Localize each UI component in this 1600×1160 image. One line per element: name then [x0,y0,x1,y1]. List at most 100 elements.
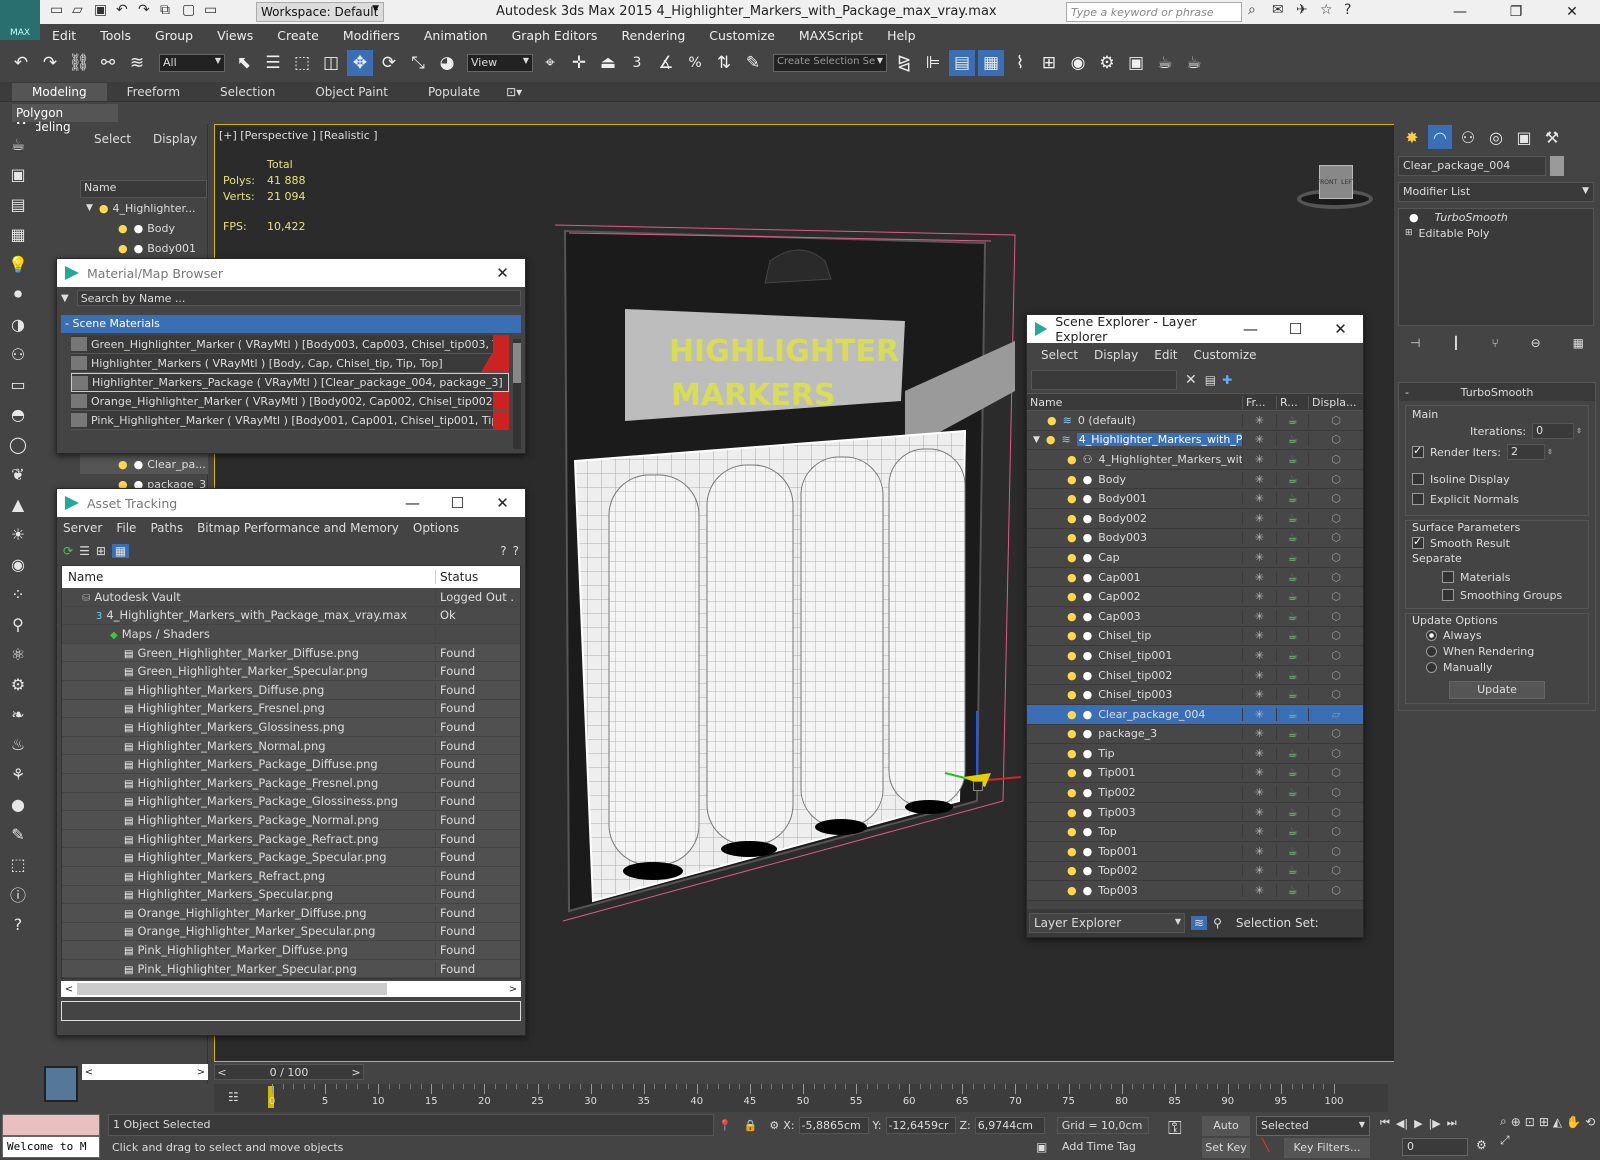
film-icon[interactable]: ⚇ [6,342,30,366]
material-search-input[interactable]: Search by Name ... [76,290,521,306]
new-layer-icon[interactable]: ▤ [1205,373,1216,387]
asset-table-row[interactable]: ▤ Highlighter_Markers_Specular.png Found [62,885,520,905]
time-slider[interactable]: < 0 / 100 > [214,1064,364,1080]
material-list-scrollbar[interactable] [513,339,521,449]
material-item[interactable]: Highlighter_Markers_Package ( VRayMtl ) … [71,373,509,392]
scene-explorer-row[interactable]: ● ● Cap ✳ ☕ ⬡ [1027,548,1363,568]
lock-selection-icon[interactable]: 🔒 [744,1119,758,1132]
asset-table-row[interactable]: ▤ Highlighter_Markers_Package_Fresnel.png… [62,773,520,793]
renderable-teapot-icon[interactable]: ☕ [1277,590,1309,604]
ribbon-tab-modeling[interactable]: Modeling [12,82,107,101]
schematic-icon[interactable]: ▤ [6,192,30,216]
freeze-toggle-icon[interactable]: ✳ [1243,688,1277,702]
material-item[interactable]: Orange_Highlighter_Marker ( VRayMtl ) [B… [71,392,509,411]
fetch-icon[interactable]: ▢ [182,2,204,18]
se-col-render[interactable]: R... [1277,395,1309,409]
close-icon[interactable]: ✕ [480,264,525,282]
freeze-toggle-icon[interactable]: ✳ [1243,570,1277,584]
asset-table-row[interactable]: ◆ Maps / Shaders [62,625,520,644]
default-tangent-icon[interactable]: ╲ [1262,1138,1269,1152]
select-region-icon[interactable]: ⬚ [6,852,30,876]
undo-icon[interactable]: ↶ [8,50,34,76]
renderable-teapot-icon[interactable]: ☕ [1277,550,1309,564]
scene-explorer-row[interactable]: ▼ ● ≋ 4_Highlighter_Markers_with_Pa... ✳ ☕ ⬡ [1027,430,1363,451]
gear-icon[interactable]: ⚙ [6,672,30,696]
light-bulb-icon[interactable]: ● [1067,610,1077,623]
renderable-teapot-icon[interactable]: ☕ [1277,688,1309,702]
viewcube[interactable]: FRONT LEFT [1297,161,1373,211]
render-setup-icon[interactable]: ⚙ [1094,50,1120,76]
light-bulb-icon[interactable]: ● [1067,512,1077,525]
display-box-icon[interactable]: ⬡ [1309,845,1363,858]
asset-table-row[interactable]: ⛁ Autodesk Vault Logged Out ... [62,588,520,607]
menu-views[interactable]: Views [205,28,265,43]
refresh-icon[interactable]: ⟳ [63,544,73,558]
scene-explorer-row[interactable]: ● ● Body002 ✳ ☕ ⬡ [1027,508,1363,529]
z-coordinate-field[interactable]: 6,9744cm [974,1116,1045,1134]
smooth-result-checkbox[interactable] [1412,535,1424,549]
freeze-toggle-icon[interactable]: ✳ [1243,413,1277,427]
menu-modifiers[interactable]: Modifiers [331,28,412,43]
pin-stack-icon[interactable]: ⊣ [1410,336,1420,350]
freeze-toggle-icon[interactable]: ✳ [1243,727,1277,741]
light-bulb-icon[interactable]: ● [1067,531,1077,544]
renderable-teapot-icon[interactable]: ☕ [1277,805,1309,819]
asset-menu-paths[interactable]: Paths [150,521,183,535]
display-box-icon[interactable]: ▱ [1309,708,1363,721]
scene-explorer-titlebar[interactable]: Scene Explorer - Layer Explorer — ☐ ✕ [1027,314,1363,344]
iterations-spinner[interactable]: 0 [1532,423,1575,439]
asset-table-row[interactable]: ▤ Highlighter_Markers_Package_Specular.pn… [62,848,520,867]
configure-sets-icon[interactable]: ▦ [1573,336,1584,350]
scene-explorer-row[interactable]: ● ≋ 0 (default) ✳ ☕ ⬡ [1027,411,1363,431]
select-and-move-icon[interactable]: ✥ [347,50,373,76]
bind-spacewarp-icon[interactable]: ≋ [124,50,150,76]
freeze-toggle-icon[interactable]: ✳ [1243,609,1277,623]
display-box-icon[interactable]: ⬡ [1309,629,1363,642]
cone-icon[interactable]: ▲ [6,492,30,516]
display-box-icon[interactable]: ⬡ [1309,806,1363,819]
light-bulb-icon[interactable]: ● [1067,551,1077,564]
menu-maxscript[interactable]: MAXScript [787,28,875,43]
renderable-teapot-icon[interactable]: ☕ [1277,629,1309,643]
asset-table-row[interactable]: ▤ Highlighter_Markers_Glossiness.png Found [62,718,520,737]
angle-snap-icon[interactable]: ∡ [653,50,679,76]
key-filters-button[interactable]: Key Filters... [1284,1138,1370,1158]
renderable-teapot-icon[interactable]: ☕ [1277,531,1309,545]
freeze-toggle-icon[interactable]: ✳ [1243,825,1277,839]
asset-tracking-titlebar[interactable]: Asset Tracking — ☐ ✕ [57,489,525,517]
cloth-icon[interactable]: ⚘ [6,762,30,786]
communication-icon[interactable]: ✈ [1296,2,1320,18]
menu-tools[interactable]: Tools [88,28,143,43]
help-context-icon[interactable]: ? [513,544,519,558]
window-crossing-icon[interactable]: ◫ [318,50,344,76]
track-bar[interactable]: ☷ 0 5 10 15 20 25 30 35 40 45 50 55 60 65 70 75 80 85 90 95… [214,1084,1388,1112]
menu-group[interactable]: Group [143,28,205,43]
freeze-toggle-icon[interactable]: ✳ [1243,531,1277,545]
spinner-arrows-icon[interactable]: ⇳ [1547,448,1553,456]
renderable-teapot-icon[interactable]: ☕ [1277,786,1309,800]
align-icon[interactable]: ⊫ [920,50,946,76]
materials-checkbox[interactable] [1442,571,1454,583]
renderable-teapot-icon[interactable]: ☕ [1277,413,1309,427]
display-box-icon[interactable]: ⬡ [1309,531,1363,544]
asset-path-input[interactable] [61,1001,521,1022]
renderable-teapot-icon[interactable]: ☕ [1277,570,1309,584]
minimize-icon[interactable]: — [1228,320,1273,338]
asset-menu-file[interactable]: File [116,521,136,535]
plant-icon[interactable]: ❧ [6,702,30,726]
close-icon[interactable]: ✕ [1544,4,1600,20]
renderable-teapot-icon[interactable]: ☕ [1277,452,1309,466]
asset-col-status[interactable]: Status [436,570,478,584]
asset-menu-server[interactable]: Server [63,521,102,535]
scene-explorer-row[interactable]: ● ● Tip002 ✳ ☕ ⬡ [1027,783,1363,803]
light-bulb-icon[interactable]: ● [1067,453,1077,466]
material-item[interactable]: Pink_Highlighter_Marker ( VRayMtl ) [Bod… [71,411,509,430]
undo-icon[interactable]: ↶ [116,2,138,18]
particles-icon[interactable]: ⁘ [6,582,30,606]
display-box-icon[interactable]: ⬡ [1309,747,1363,760]
isoline-checkbox[interactable] [1412,473,1424,485]
time-tag-icon[interactable]: ▣ [1036,1140,1047,1154]
zoom-extents-all-icon[interactable]: ⊞ [1539,1115,1549,1129]
display-box-icon[interactable]: ⬡ [1309,473,1363,486]
renderable-teapot-icon[interactable]: ☕ [1277,844,1309,858]
